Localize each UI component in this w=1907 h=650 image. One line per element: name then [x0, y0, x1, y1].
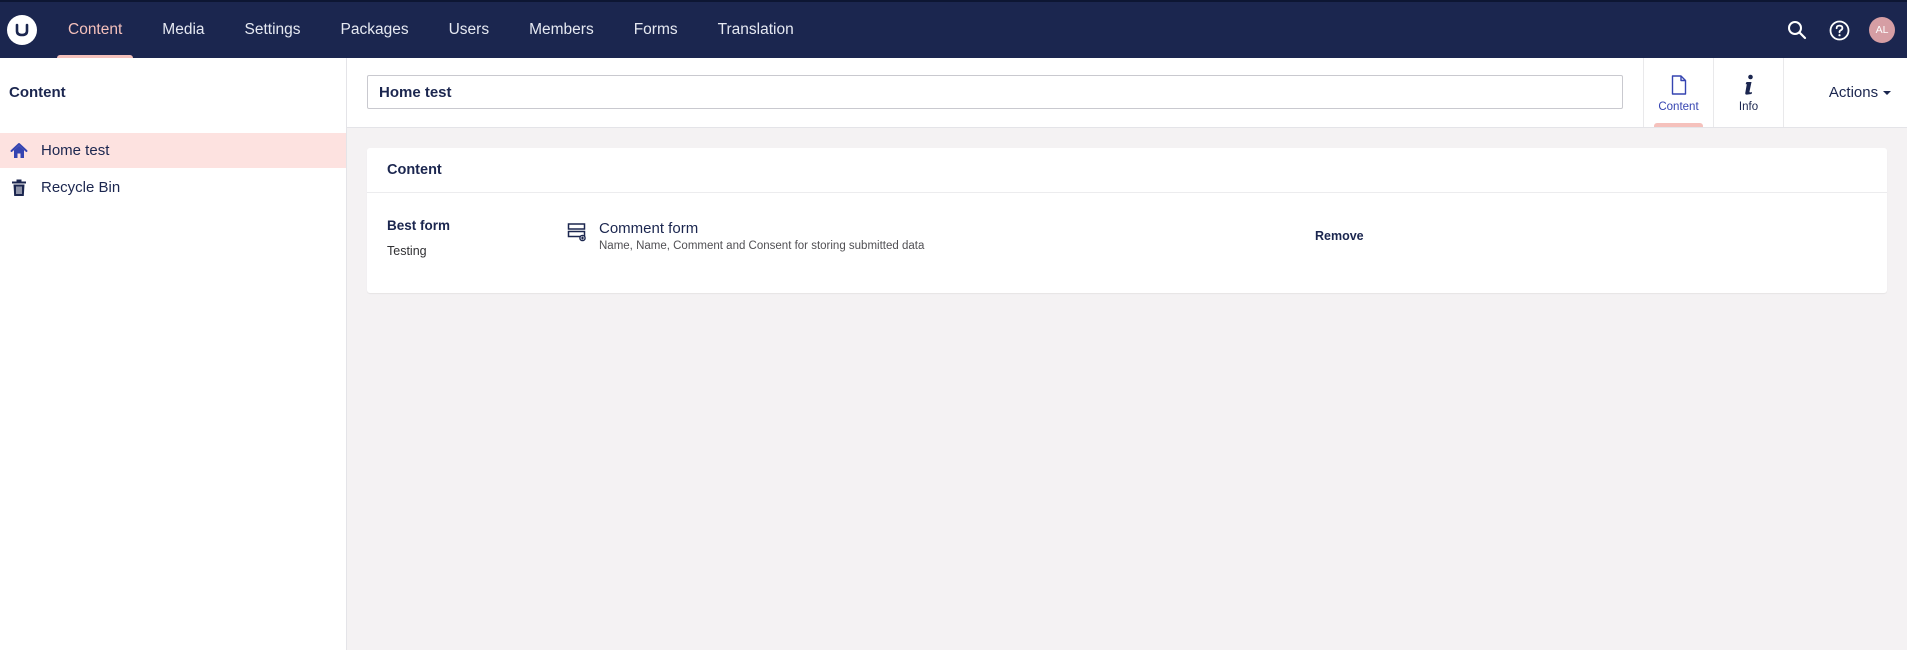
picked-form-item[interactable]: Comment form Name, Name, Comment and Con… — [567, 220, 924, 252]
section-translation[interactable]: Translation — [707, 2, 805, 58]
actions-button[interactable]: Actions — [1813, 58, 1907, 127]
section-users[interactable]: Users — [438, 2, 500, 58]
picked-form-details: Name, Name, Comment and Consent for stor… — [599, 240, 925, 252]
document-icon — [1671, 73, 1687, 97]
tab-label: Info — [1738, 100, 1759, 113]
trash-icon — [9, 178, 29, 198]
actions-label: Actions — [1828, 84, 1879, 101]
caret-down-icon — [1883, 90, 1892, 95]
section-members[interactable]: Members — [518, 2, 605, 58]
content-apps: Content Info — [1643, 58, 1784, 127]
property-description: Testing — [387, 244, 427, 258]
section-media[interactable]: Media — [151, 2, 215, 58]
tree-item-recycle-bin[interactable]: Recycle Bin — [0, 170, 346, 205]
info-icon — [1743, 73, 1755, 97]
header-tools: AL — [1785, 2, 1895, 58]
group-title: Content — [367, 148, 1887, 193]
tab-content[interactable]: Content — [1644, 58, 1714, 127]
node-name-input[interactable] — [367, 75, 1623, 109]
content-tree: Home test Recycle Bin — [0, 133, 346, 207]
sidebar: Content Home test Recycle Bin — [0, 58, 347, 650]
content-group-panel: Content Best form Testing Comment form N… — [367, 148, 1887, 293]
sidebar-title: Content — [9, 84, 66, 101]
umbraco-logo-icon[interactable] — [7, 15, 37, 45]
help-icon[interactable] — [1827, 18, 1851, 42]
picked-form-name: Comment form — [599, 220, 699, 237]
home-icon — [9, 141, 29, 161]
picked-form-text: Comment form Name, Name, Comment and Con… — [599, 220, 924, 252]
tree-item-home-test[interactable]: Home test — [0, 133, 346, 168]
property-label: Best form — [387, 218, 451, 233]
tree-item-label: Home test — [41, 142, 110, 159]
section-content[interactable]: Content — [57, 2, 134, 58]
search-icon[interactable] — [1785, 18, 1809, 42]
remove-button[interactable]: Remove — [1315, 229, 1364, 243]
form-icon — [567, 222, 589, 244]
section-forms[interactable]: Forms — [623, 2, 689, 58]
section-settings[interactable]: Settings — [234, 2, 312, 58]
tab-info[interactable]: Info — [1714, 58, 1784, 127]
section-nav: Content Media Settings Packages Users Me… — [57, 2, 823, 58]
editor-header: Content Info Actions — [347, 58, 1907, 128]
tab-label: Content — [1658, 100, 1699, 113]
tree-item-label: Recycle Bin — [41, 179, 121, 196]
section-packages[interactable]: Packages — [330, 2, 420, 58]
top-bar: Content Media Settings Packages Users Me… — [0, 0, 1907, 58]
user-avatar[interactable]: AL — [1869, 17, 1895, 43]
